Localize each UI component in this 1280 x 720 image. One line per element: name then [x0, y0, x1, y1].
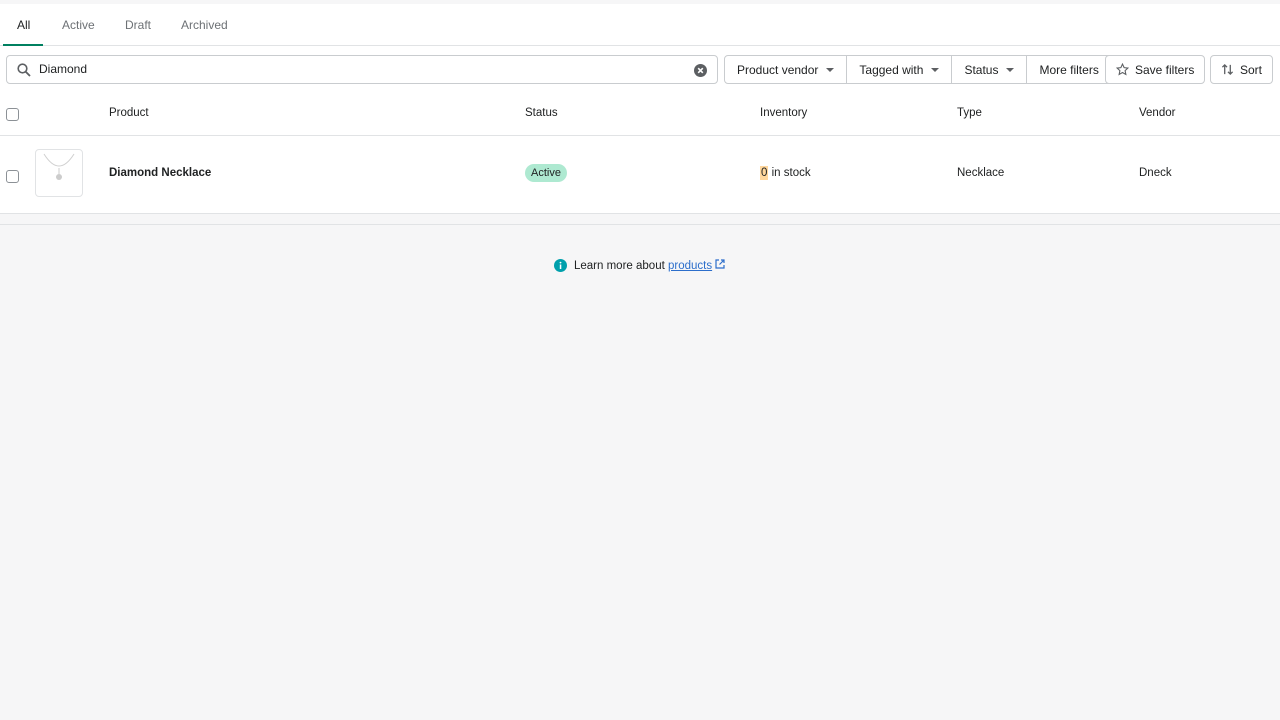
more-filters-label: More filters: [1039, 62, 1099, 77]
more-filters-button[interactable]: More filters: [1027, 56, 1110, 83]
search-input[interactable]: [39, 62, 679, 76]
header-divider: [0, 135, 1280, 136]
save-filters-label: Save filters: [1135, 62, 1195, 77]
selected-tab-indicator: [3, 44, 43, 46]
necklace-image: [43, 153, 75, 180]
type-cell: Necklace: [957, 167, 1005, 179]
info-icon: [554, 259, 567, 272]
sort-label: Sort: [1240, 62, 1263, 77]
learn-more: Learn more about products: [554, 259, 725, 272]
products-card: All Active Draft Archived: [0, 4, 1280, 214]
header-type[interactable]: Type: [957, 107, 982, 119]
external-link-icon[interactable]: [715, 259, 725, 269]
header-product[interactable]: Product: [109, 107, 149, 119]
caret-down-icon: [1006, 67, 1015, 72]
star-icon: [1116, 63, 1129, 76]
tagged-with-filter[interactable]: Tagged with: [847, 56, 953, 83]
header-status[interactable]: Status: [525, 107, 558, 119]
tab-active[interactable]: Active: [62, 18, 95, 32]
tab-archived[interactable]: Archived: [181, 18, 228, 32]
row-checkbox[interactable]: [6, 170, 19, 183]
section-divider: [0, 224, 1280, 225]
sort-icon: [1221, 63, 1234, 76]
caret-down-icon: [826, 67, 835, 72]
search-field[interactable]: [6, 55, 718, 84]
status-badge: Active: [525, 164, 567, 182]
tagged-with-label: Tagged with: [859, 62, 924, 77]
product-vendor-label: Product vendor: [737, 62, 819, 77]
inventory-cell: 0 in stock: [760, 166, 811, 180]
status-filter-label: Status: [964, 62, 999, 77]
tab-bar: All Active Draft Archived: [0, 4, 1280, 46]
search-icon: [17, 63, 31, 77]
header-inventory[interactable]: Inventory: [760, 107, 807, 119]
clear-search-icon[interactable]: [694, 64, 707, 77]
inventory-suffix: in stock: [771, 167, 811, 179]
product-vendor-filter[interactable]: Product vendor: [725, 56, 848, 83]
header-vendor[interactable]: Vendor: [1139, 107, 1175, 119]
save-filters-button[interactable]: Save filters: [1105, 55, 1206, 84]
tab-all[interactable]: All: [17, 18, 30, 32]
select-all-checkbox[interactable]: [6, 108, 19, 121]
sort-button[interactable]: Sort: [1210, 55, 1274, 84]
product-name-link[interactable]: Diamond Necklace: [109, 167, 211, 179]
products-help-link[interactable]: products: [668, 260, 712, 272]
status-filter[interactable]: Status: [952, 56, 1028, 83]
caret-down-icon: [931, 67, 940, 72]
tab-draft[interactable]: Draft: [125, 18, 151, 32]
learn-more-text: Learn more about: [574, 260, 665, 272]
filter-group: Product vendor Tagged with Status More f…: [724, 55, 1112, 84]
vendor-cell: Dneck: [1139, 167, 1172, 179]
product-thumbnail[interactable]: [35, 149, 83, 197]
inventory-count: 0: [760, 166, 769, 180]
